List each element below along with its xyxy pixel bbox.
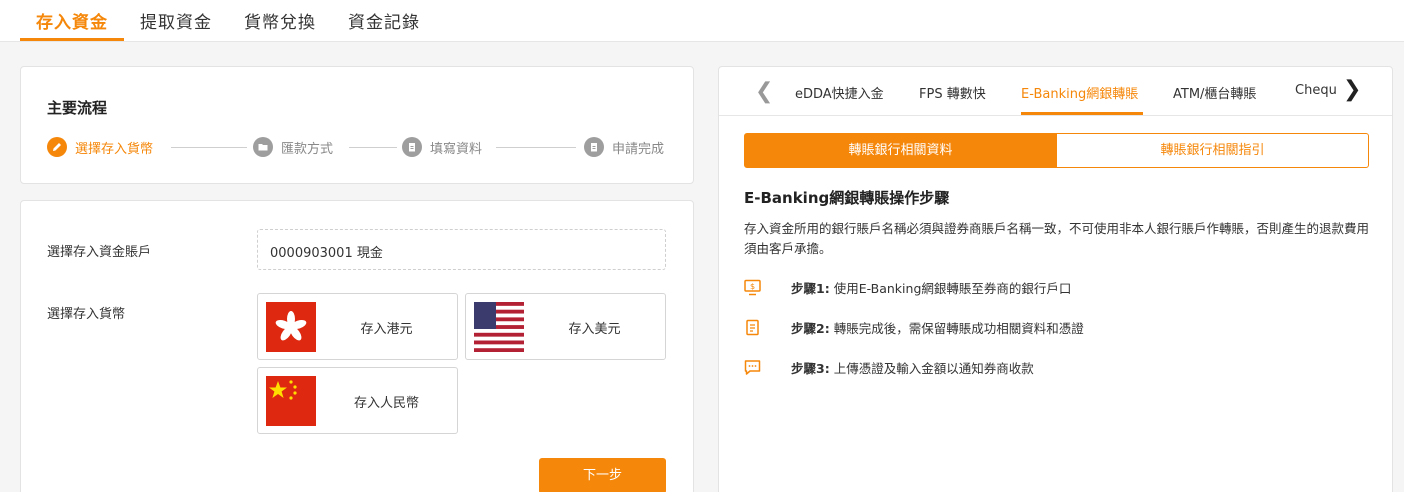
deposit-form-panel: 選擇存入資金賬戶 0000903001 現金 選擇存入貨幣 存入港元 存入美元 … <box>20 200 694 492</box>
step-connector <box>496 147 576 148</box>
folder-icon <box>253 137 273 157</box>
step-number: 步驟3: <box>791 360 830 376</box>
active-tab-indicator <box>20 38 124 41</box>
cn-flag-icon <box>266 376 316 426</box>
step-fill-info: 填寫資料 <box>402 137 482 157</box>
svg-text:$: $ <box>750 282 755 291</box>
currency-label: 選擇存入貨幣 <box>47 307 126 322</box>
guide-step-2: 步驟2: 轉賬完成後，需保留轉賬成功相關資料和憑證 <box>744 317 1084 337</box>
step-connector <box>171 147 247 148</box>
tab-currency-exchange[interactable]: 貨幣兌換 <box>244 8 316 33</box>
guide-description: 存入資金所用的銀行賬戶名稱必須與證券商賬戶名稱一致，不可使用非本人銀行賬戶作轉賬… <box>744 221 1370 256</box>
tab-bank-info[interactable]: 轉賬銀行相關資料 <box>744 133 1057 168</box>
guide-title: E-Banking網銀轉賬操作步驟 <box>744 189 950 207</box>
chat-bubble-icon <box>744 359 761 375</box>
guide-step-3: 步驟3: 上傳憑證及輸入金額以通知券商收款 <box>744 357 1034 377</box>
step-label: 選擇存入貨幣 <box>75 141 154 157</box>
tab-bank-guide[interactable]: 轉賬銀行相關指引 <box>1056 133 1369 168</box>
clipboard-icon <box>402 137 422 157</box>
step-number: 步驟1: <box>791 280 830 296</box>
step-remit-method: 匯款方式 <box>253 137 333 157</box>
account-label: 選擇存入資金賬戶 <box>47 245 152 260</box>
guide-step-1: $ 步驟1: 使用E-Banking網銀轉賬至券商的銀行戶口 <box>744 277 1071 297</box>
monitor-dollar-icon: $ <box>744 279 761 295</box>
step-text: 使用E-Banking網銀轉賬至券商的銀行戶口 <box>833 280 1072 296</box>
pencil-icon <box>47 137 67 157</box>
step-select-currency: 選擇存入貨幣 <box>47 137 153 157</box>
currency-card-cny[interactable]: 存入人民幣 <box>257 367 458 434</box>
step-connector <box>349 147 397 148</box>
chevron-right-icon[interactable]: ❯ <box>1343 77 1361 102</box>
tab-withdraw[interactable]: 提取資金 <box>140 8 212 33</box>
hk-flag-icon <box>266 302 316 352</box>
tab-deposit[interactable]: 存入資金 <box>36 8 108 33</box>
currency-card-hkd[interactable]: 存入港元 <box>257 293 458 360</box>
next-button[interactable]: 下一步 <box>539 458 666 492</box>
step-text: 上傳憑證及輸入金額以通知券商收款 <box>833 360 1034 376</box>
deposit-method-panel: ❮ eDDA快捷入金 FPS 轉數快 E-Banking網銀轉賬 ATM/櫃台轉… <box>718 66 1393 492</box>
receipt-icon <box>746 319 759 335</box>
tab-edda[interactable]: eDDA快捷入金 <box>795 83 884 102</box>
tab-atm-counter[interactable]: ATM/櫃台轉賬 <box>1173 83 1256 102</box>
tab-fps[interactable]: FPS 轉數快 <box>919 83 986 102</box>
step-label: 申請完成 <box>612 141 665 157</box>
top-tab-bar: 存入資金 提取資金 貨幣兌換 資金記錄 <box>0 0 1404 42</box>
account-select[interactable]: 0000903001 現金 <box>257 229 666 270</box>
method-tab-bar: ❮ eDDA快捷入金 FPS 轉數快 E-Banking網銀轉賬 ATM/櫃台轉… <box>719 67 1392 116</box>
step-number: 步驟2: <box>791 320 830 336</box>
currency-card-usd[interactable]: 存入美元 <box>465 293 666 360</box>
tab-fund-records[interactable]: 資金記錄 <box>348 8 420 33</box>
step-label: 填寫資料 <box>430 141 483 157</box>
flow-panel: 主要流程 選擇存入貨幣 匯款方式 填寫資料 申請完成 <box>20 66 694 184</box>
currency-label-cny: 存入人民幣 <box>353 396 419 411</box>
chevron-left-icon[interactable]: ❮ <box>755 79 773 104</box>
step-complete: 申請完成 <box>584 137 664 157</box>
us-flag-icon <box>474 302 524 352</box>
tab-ebanking[interactable]: E-Banking網銀轉賬 <box>1021 83 1138 102</box>
clipboard-icon <box>584 137 604 157</box>
currency-label-hkd: 存入港元 <box>360 322 413 337</box>
active-tab-indicator <box>1021 112 1143 115</box>
step-label: 匯款方式 <box>281 141 334 157</box>
step-text: 轉賬完成後，需保留轉賬成功相關資料和憑證 <box>833 320 1084 336</box>
tab-cheque[interactable]: Chequ <box>1295 83 1337 98</box>
flow-title: 主要流程 <box>47 99 108 117</box>
currency-label-usd: 存入美元 <box>568 322 621 337</box>
